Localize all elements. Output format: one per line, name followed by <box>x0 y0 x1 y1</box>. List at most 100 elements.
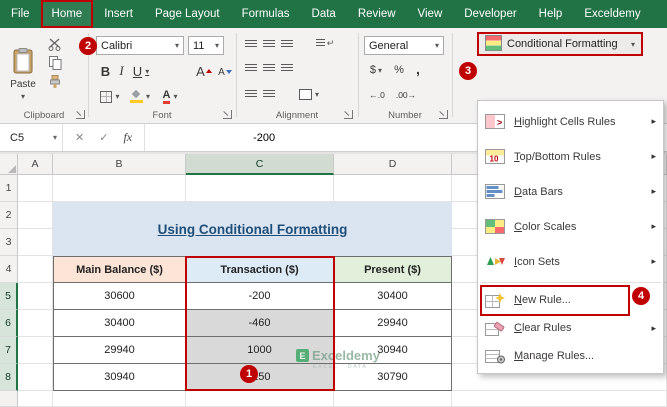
cell-d6[interactable]: 29940 <box>334 310 452 337</box>
select-all-corner[interactable] <box>0 154 18 175</box>
clipboard-dialog-launcher-icon[interactable] <box>76 110 85 119</box>
number-dialog-launcher-icon[interactable] <box>439 110 448 119</box>
cell-c4-transaction-header[interactable]: Transaction ($) <box>186 256 334 283</box>
menu-item-clear-rules[interactable]: Clear Rules ▸ <box>478 314 663 342</box>
cell[interactable] <box>334 175 452 202</box>
cell[interactable] <box>18 310 53 337</box>
tab-page-layout[interactable]: Page Layout <box>144 0 231 28</box>
row-header-6[interactable]: 6 <box>0 310 18 337</box>
insert-function-icon[interactable]: fx <box>123 130 132 145</box>
paste-button[interactable]: Paste ▾ <box>5 34 41 114</box>
cell[interactable] <box>53 391 186 407</box>
cut-button[interactable] <box>46 38 64 53</box>
font-dialog-launcher-icon[interactable] <box>223 110 232 119</box>
cell-b5[interactable]: 30600 <box>53 283 186 310</box>
cell-b7[interactable]: 29940 <box>53 337 186 364</box>
menu-item-manage-rules[interactable]: Manage Rules... <box>478 342 663 370</box>
formula-input[interactable]: -200 <box>145 124 275 151</box>
percent-format-button[interactable]: % <box>392 62 406 78</box>
align-left-button[interactable] <box>244 62 258 74</box>
cell[interactable] <box>18 337 53 364</box>
increase-indent-button[interactable] <box>262 88 276 100</box>
menu-item-top-bottom-rules[interactable]: 10 Top/Bottom Rules ▸ <box>478 139 663 174</box>
cell-b4-main-balance-header[interactable]: Main Balance ($) <box>53 256 186 283</box>
cell-b6[interactable]: 30400 <box>53 310 186 337</box>
cell-d4-present-header[interactable]: Present ($) <box>334 256 452 283</box>
tab-developer[interactable]: Developer <box>453 0 527 28</box>
decrease-decimal-button[interactable]: .00→ <box>394 88 418 102</box>
cell[interactable] <box>18 229 53 256</box>
cell[interactable] <box>18 202 53 229</box>
column-header-c[interactable]: C <box>186 154 334 175</box>
align-right-button[interactable] <box>280 62 294 74</box>
row-header-7[interactable]: 7 <box>0 337 18 364</box>
decrease-indent-button[interactable] <box>244 88 258 100</box>
menu-item-data-bars[interactable]: Data Bars ▸ <box>478 174 663 209</box>
font-color-button[interactable]: A ▾ <box>158 88 182 105</box>
cell[interactable] <box>18 283 53 310</box>
cell-d5[interactable]: 30400 <box>334 283 452 310</box>
format-painter-button[interactable] <box>46 76 64 91</box>
italic-button[interactable]: I <box>115 62 128 80</box>
tab-review[interactable]: Review <box>347 0 407 28</box>
cell-c6-selected[interactable]: -460 <box>186 310 334 337</box>
font-name-combo[interactable]: Calibri ▾ <box>96 36 184 55</box>
tab-exceldemy[interactable]: Exceldemy <box>573 0 651 28</box>
name-box[interactable]: C5 ▾ <box>0 124 63 151</box>
cell[interactable] <box>334 391 452 407</box>
cell[interactable] <box>186 391 334 407</box>
row-header-3[interactable]: 3 <box>0 229 18 256</box>
cancel-icon[interactable]: ✕ <box>75 131 84 144</box>
cell[interactable] <box>18 364 53 391</box>
comma-format-button[interactable]: , <box>412 60 424 78</box>
fill-color-button[interactable]: ▾ <box>128 88 152 105</box>
cell[interactable] <box>18 256 53 283</box>
row-header-9[interactable] <box>0 391 18 407</box>
font-size-combo[interactable]: 11 ▾ <box>188 36 224 55</box>
worksheet-title-cell[interactable]: Using Conditional Formatting <box>53 202 452 256</box>
tab-formulas[interactable]: Formulas <box>231 0 301 28</box>
row-header-5[interactable]: 5 <box>0 283 18 310</box>
cell-b8[interactable]: 30940 <box>53 364 186 391</box>
merge-center-button[interactable]: ▾ <box>296 86 322 103</box>
row-header-1[interactable]: 1 <box>0 175 18 202</box>
cell[interactable] <box>53 175 186 202</box>
align-bottom-button[interactable] <box>280 38 294 50</box>
currency-format-button[interactable]: $ ▾ <box>366 62 386 78</box>
borders-button[interactable]: ▾ <box>98 88 122 105</box>
align-center-button[interactable] <box>262 62 276 74</box>
row-header-4[interactable]: 4 <box>0 256 18 283</box>
tab-help[interactable]: Help <box>528 0 574 28</box>
bold-button[interactable]: B <box>98 62 113 80</box>
menu-item-highlight-cells-rules[interactable]: > Highlight Cells Rules ▸ <box>478 104 663 139</box>
alignment-dialog-launcher-icon[interactable] <box>344 110 353 119</box>
cell[interactable] <box>186 175 334 202</box>
increase-decimal-button[interactable]: ←.0 <box>366 88 388 102</box>
column-header-d[interactable]: D <box>334 154 452 175</box>
menu-item-color-scales[interactable]: Color Scales ▸ <box>478 209 663 244</box>
tab-file[interactable]: File <box>0 0 41 28</box>
underline-button[interactable]: U▾ <box>130 62 152 80</box>
cell[interactable] <box>18 175 53 202</box>
row-header-8[interactable]: 8 <box>0 364 18 391</box>
wrap-text-button[interactable]: ↵ <box>312 36 338 51</box>
cell-c5-active[interactable]: -200 <box>186 283 334 310</box>
tab-data[interactable]: Data <box>301 0 347 28</box>
row-header-2[interactable]: 2 <box>0 202 18 229</box>
menu-item-icon-sets[interactable]: Icon Sets ▸ <box>478 244 663 279</box>
cell[interactable] <box>452 391 667 407</box>
copy-button[interactable] <box>46 57 64 72</box>
cell[interactable] <box>18 391 53 407</box>
align-top-button[interactable] <box>244 38 258 50</box>
grow-font-button[interactable]: A <box>194 62 214 80</box>
conditional-formatting-button[interactable]: Conditional Formatting ▾ <box>477 32 643 56</box>
column-header-a[interactable]: A <box>18 154 53 175</box>
shrink-font-button[interactable]: A <box>216 64 234 80</box>
enter-icon[interactable]: ✓ <box>99 131 108 144</box>
column-header-b[interactable]: B <box>53 154 186 175</box>
tab-insert[interactable]: Insert <box>93 0 144 28</box>
number-format-combo[interactable]: General ▾ <box>364 36 444 55</box>
align-middle-button[interactable] <box>262 38 276 50</box>
tab-view[interactable]: View <box>407 0 454 28</box>
tab-home[interactable]: Home <box>41 0 94 28</box>
